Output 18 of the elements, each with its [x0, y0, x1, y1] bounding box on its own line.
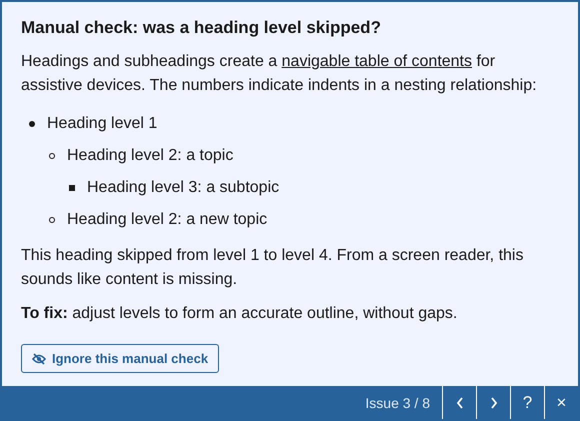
explanation-text: This heading skipped from level 1 to level 4. From a screen reader, this sounds like content is missing. [21, 246, 524, 290]
fix-text: To fix: adjust levels to form an accurate outline, without gaps. [21, 304, 458, 324]
square-bullet-icon [69, 185, 75, 191]
dialog-title: Manual check: was a heading level skipped? [21, 18, 382, 38]
chevron-left-icon [456, 396, 464, 408]
outline-item: Heading level 2: a topic [67, 147, 234, 165]
chevron-right-icon [490, 396, 498, 408]
circle-bullet-icon [49, 217, 55, 223]
intro-text: Headings and subheadings create a navigable table of contents for assistive devices. The numbers indicate indents in a nesting relationship: [21, 52, 538, 96]
outline-item: Heading level 3: a subtopic [87, 179, 280, 197]
eye-slash-icon [32, 352, 46, 364]
outline-item: Heading level 2: a new topic [67, 211, 268, 229]
circle-bullet-icon [49, 153, 55, 159]
issue-counter: Issue 3 / 8 [365, 394, 431, 410]
outline-item: Heading level 1 [47, 115, 158, 133]
contents-link[interactable]: navigable table of contents [282, 53, 472, 70]
disc-bullet-icon [29, 121, 35, 127]
ignore-button[interactable]: Ignore this manual check [21, 344, 220, 373]
